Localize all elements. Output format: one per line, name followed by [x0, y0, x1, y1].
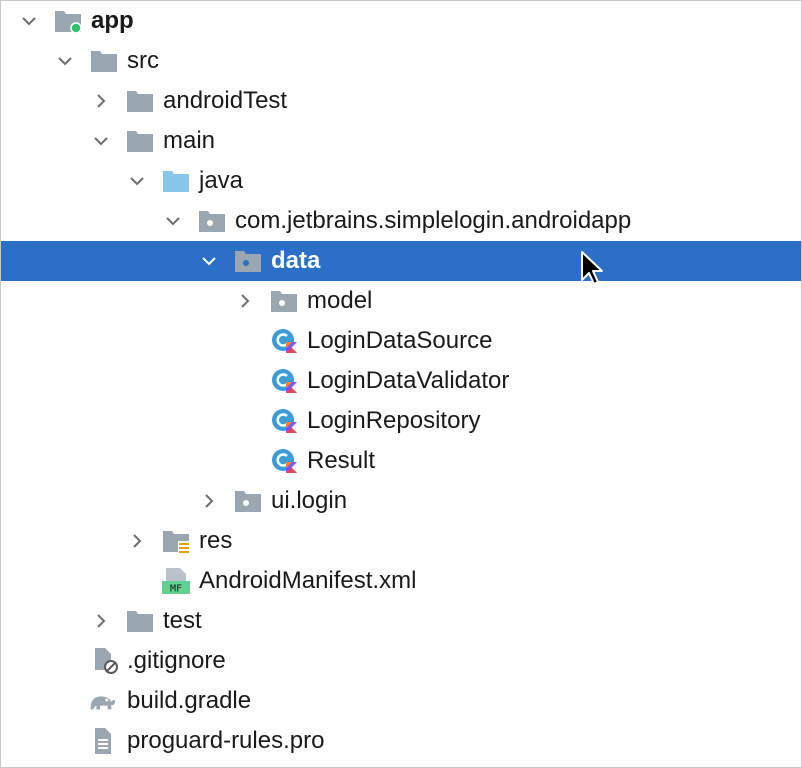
tree-label-java: java — [199, 167, 244, 194]
project-tree: app src androidTest main java com.jetbra… — [0, 0, 802, 768]
tree-row-ui-login[interactable]: ui.login — [1, 481, 801, 521]
tree-label-result: Result — [307, 447, 376, 474]
tree-row-login-data-source[interactable]: LoginDataSource — [1, 321, 801, 361]
folder-icon — [127, 131, 153, 152]
tree-row-data[interactable]: data — [1, 241, 801, 281]
chevron-down-icon[interactable] — [92, 132, 110, 150]
folder-icon — [91, 51, 117, 72]
chevron-down-icon[interactable] — [20, 12, 38, 30]
tree-label-ui-login: ui.login — [271, 487, 348, 514]
kotlin-class-icon — [272, 369, 297, 393]
tree-label-android-manifest: AndroidManifest.xml — [199, 567, 417, 594]
chevron-right-icon[interactable] — [92, 92, 110, 110]
ignored-file-icon — [95, 648, 118, 674]
chevron-right-icon[interactable] — [236, 292, 254, 310]
package-folder-icon — [235, 491, 261, 512]
tree-label-res: res — [199, 527, 233, 554]
tree-row-result[interactable]: Result — [1, 441, 801, 481]
tree-row-model[interactable]: model — [1, 281, 801, 321]
source-folder-icon — [163, 171, 189, 192]
tree-label-test: test — [163, 607, 202, 634]
mouse-pointer-icon — [581, 251, 603, 285]
folder-icon — [127, 91, 153, 112]
chevron-right-icon[interactable] — [128, 532, 146, 550]
package-folder-icon — [235, 251, 261, 272]
kotlin-class-icon — [272, 449, 297, 473]
tree-row-main[interactable]: main — [1, 121, 801, 161]
tree-row-proguard[interactable]: proguard-rules.pro — [1, 721, 801, 761]
package-folder-icon — [271, 291, 297, 312]
tree-row-login-data-validator[interactable]: LoginDataValidator — [1, 361, 801, 401]
tree-label-package: com.jetbrains.simplelogin.androidapp — [235, 207, 632, 234]
manifest-badge-text: MF — [170, 584, 182, 595]
tree-label-gitignore: .gitignore — [127, 647, 226, 674]
tree-label-src: src — [127, 47, 159, 74]
module-folder-icon — [55, 11, 82, 34]
chevron-right-icon[interactable] — [200, 492, 218, 510]
tree-row-res[interactable]: res — [1, 521, 801, 561]
tree-row-android-manifest[interactable]: MF AndroidManifest.xml — [1, 561, 801, 601]
tree-label-login-data-source: LoginDataSource — [307, 327, 493, 354]
tree-label-main: main — [163, 127, 216, 154]
tree-label-proguard: proguard-rules.pro — [127, 727, 325, 754]
gradle-elephant-icon — [90, 696, 116, 710]
text-file-icon — [95, 728, 111, 754]
tree-row-src[interactable]: src — [1, 41, 801, 81]
tree-label-model: model — [307, 287, 373, 314]
tree-row-login-repository[interactable]: LoginRepository — [1, 401, 801, 441]
chevron-down-icon[interactable] — [200, 252, 218, 270]
resources-folder-icon — [163, 531, 190, 554]
tree-row-android-test[interactable]: androidTest — [1, 81, 801, 121]
manifest-file-icon: MF — [162, 568, 190, 594]
tree-row-app[interactable]: app — [1, 1, 801, 41]
tree-row-build-gradle[interactable]: build.gradle — [1, 681, 801, 721]
chevron-down-icon[interactable] — [164, 212, 182, 230]
chevron-down-icon[interactable] — [128, 172, 146, 190]
tree-label-login-repository: LoginRepository — [307, 407, 481, 434]
tree-row-gitignore[interactable]: .gitignore — [1, 641, 801, 681]
kotlin-class-icon — [272, 409, 297, 433]
kotlin-class-icon — [272, 329, 297, 353]
chevron-down-icon[interactable] — [56, 52, 74, 70]
tree-label-app: app — [91, 7, 134, 34]
tree-row-test[interactable]: test — [1, 601, 801, 641]
package-folder-icon — [199, 211, 225, 232]
folder-icon — [127, 611, 153, 632]
tree-row-java[interactable]: java — [1, 161, 801, 201]
tree-label-android-test: androidTest — [163, 87, 288, 114]
tree-label-build-gradle: build.gradle — [127, 687, 252, 714]
chevron-right-icon[interactable] — [92, 612, 110, 630]
tree-label-data: data — [271, 247, 321, 274]
tree-label-login-data-validator: LoginDataValidator — [307, 367, 510, 394]
tree-row-package[interactable]: com.jetbrains.simplelogin.androidapp — [1, 201, 801, 241]
